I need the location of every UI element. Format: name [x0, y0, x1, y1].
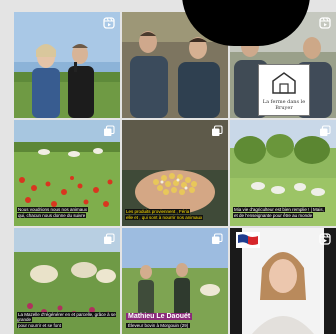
caption-line-2: pour nourrir et se font — [17, 322, 63, 328]
caption-line-1: Nous voudrions nous nos animaux — [17, 207, 89, 212]
reel-icon — [319, 17, 331, 29]
caption-line-2: elle et , qui sont à nourrir nos animaux — [125, 214, 204, 220]
featured-farmer-subtitle: Éleveur bovin à Morgouin (29) — [126, 323, 191, 328]
carousel-icon — [320, 125, 331, 136]
post-tile-7[interactable]: La Mazelle d'régénérer en et parcelle, g… — [14, 228, 120, 334]
post-caption: Nous voudrions nous nos animaux qui, cha… — [17, 207, 117, 218]
post-tile-1[interactable] — [14, 12, 120, 118]
caption-line-1: La Mazelle d'régénérer en et parcelle, g… — [17, 311, 116, 322]
carousel-icon — [212, 125, 223, 136]
caption-line-1: Mia vie d'agriculteur est bien remplie !… — [233, 207, 325, 212]
post-caption: La Mazelle d'régénérer en et parcelle, g… — [17, 311, 117, 329]
carousel-icon — [212, 233, 223, 244]
farm-logo: La ferme dans le Bruyer — [258, 64, 310, 116]
post-tile-5[interactable]: Les produits proviennent , Féria elle et… — [122, 120, 228, 226]
post-caption: Les produits proviennent , Féria elle et… — [125, 209, 225, 220]
featured-farmer-name: Mathieu Le Daouét — [126, 313, 193, 320]
caption-line-1: Les produits proviennent , Féria — [125, 209, 191, 214]
carousel-icon — [104, 233, 115, 244]
barn-icon — [272, 72, 296, 94]
logo-flag-icon — [236, 232, 260, 248]
carousel-icon — [104, 125, 115, 136]
farm-logo-text: La ferme dans le Bruyer — [262, 99, 306, 111]
post-tile-4[interactable]: Nous voudrions nous nos animaux qui, cha… — [14, 120, 120, 226]
reel-icon — [319, 233, 331, 245]
caption-line-2: qui, chacun nous donne du suivre — [17, 212, 87, 218]
post-tile-8[interactable]: Mathieu Le Daouét Éleveur bovin à Morgou… — [122, 228, 228, 334]
caption-line-2: et de l'enseignante pour être au monde — [233, 212, 314, 218]
post-caption: Mia vie d'agriculteur est bien remplie !… — [233, 207, 333, 218]
reel-icon — [103, 17, 115, 29]
post-tile-6[interactable]: Mia vie d'agriculteur est bien remplie !… — [230, 120, 336, 226]
post-tile-9[interactable] — [230, 228, 336, 334]
